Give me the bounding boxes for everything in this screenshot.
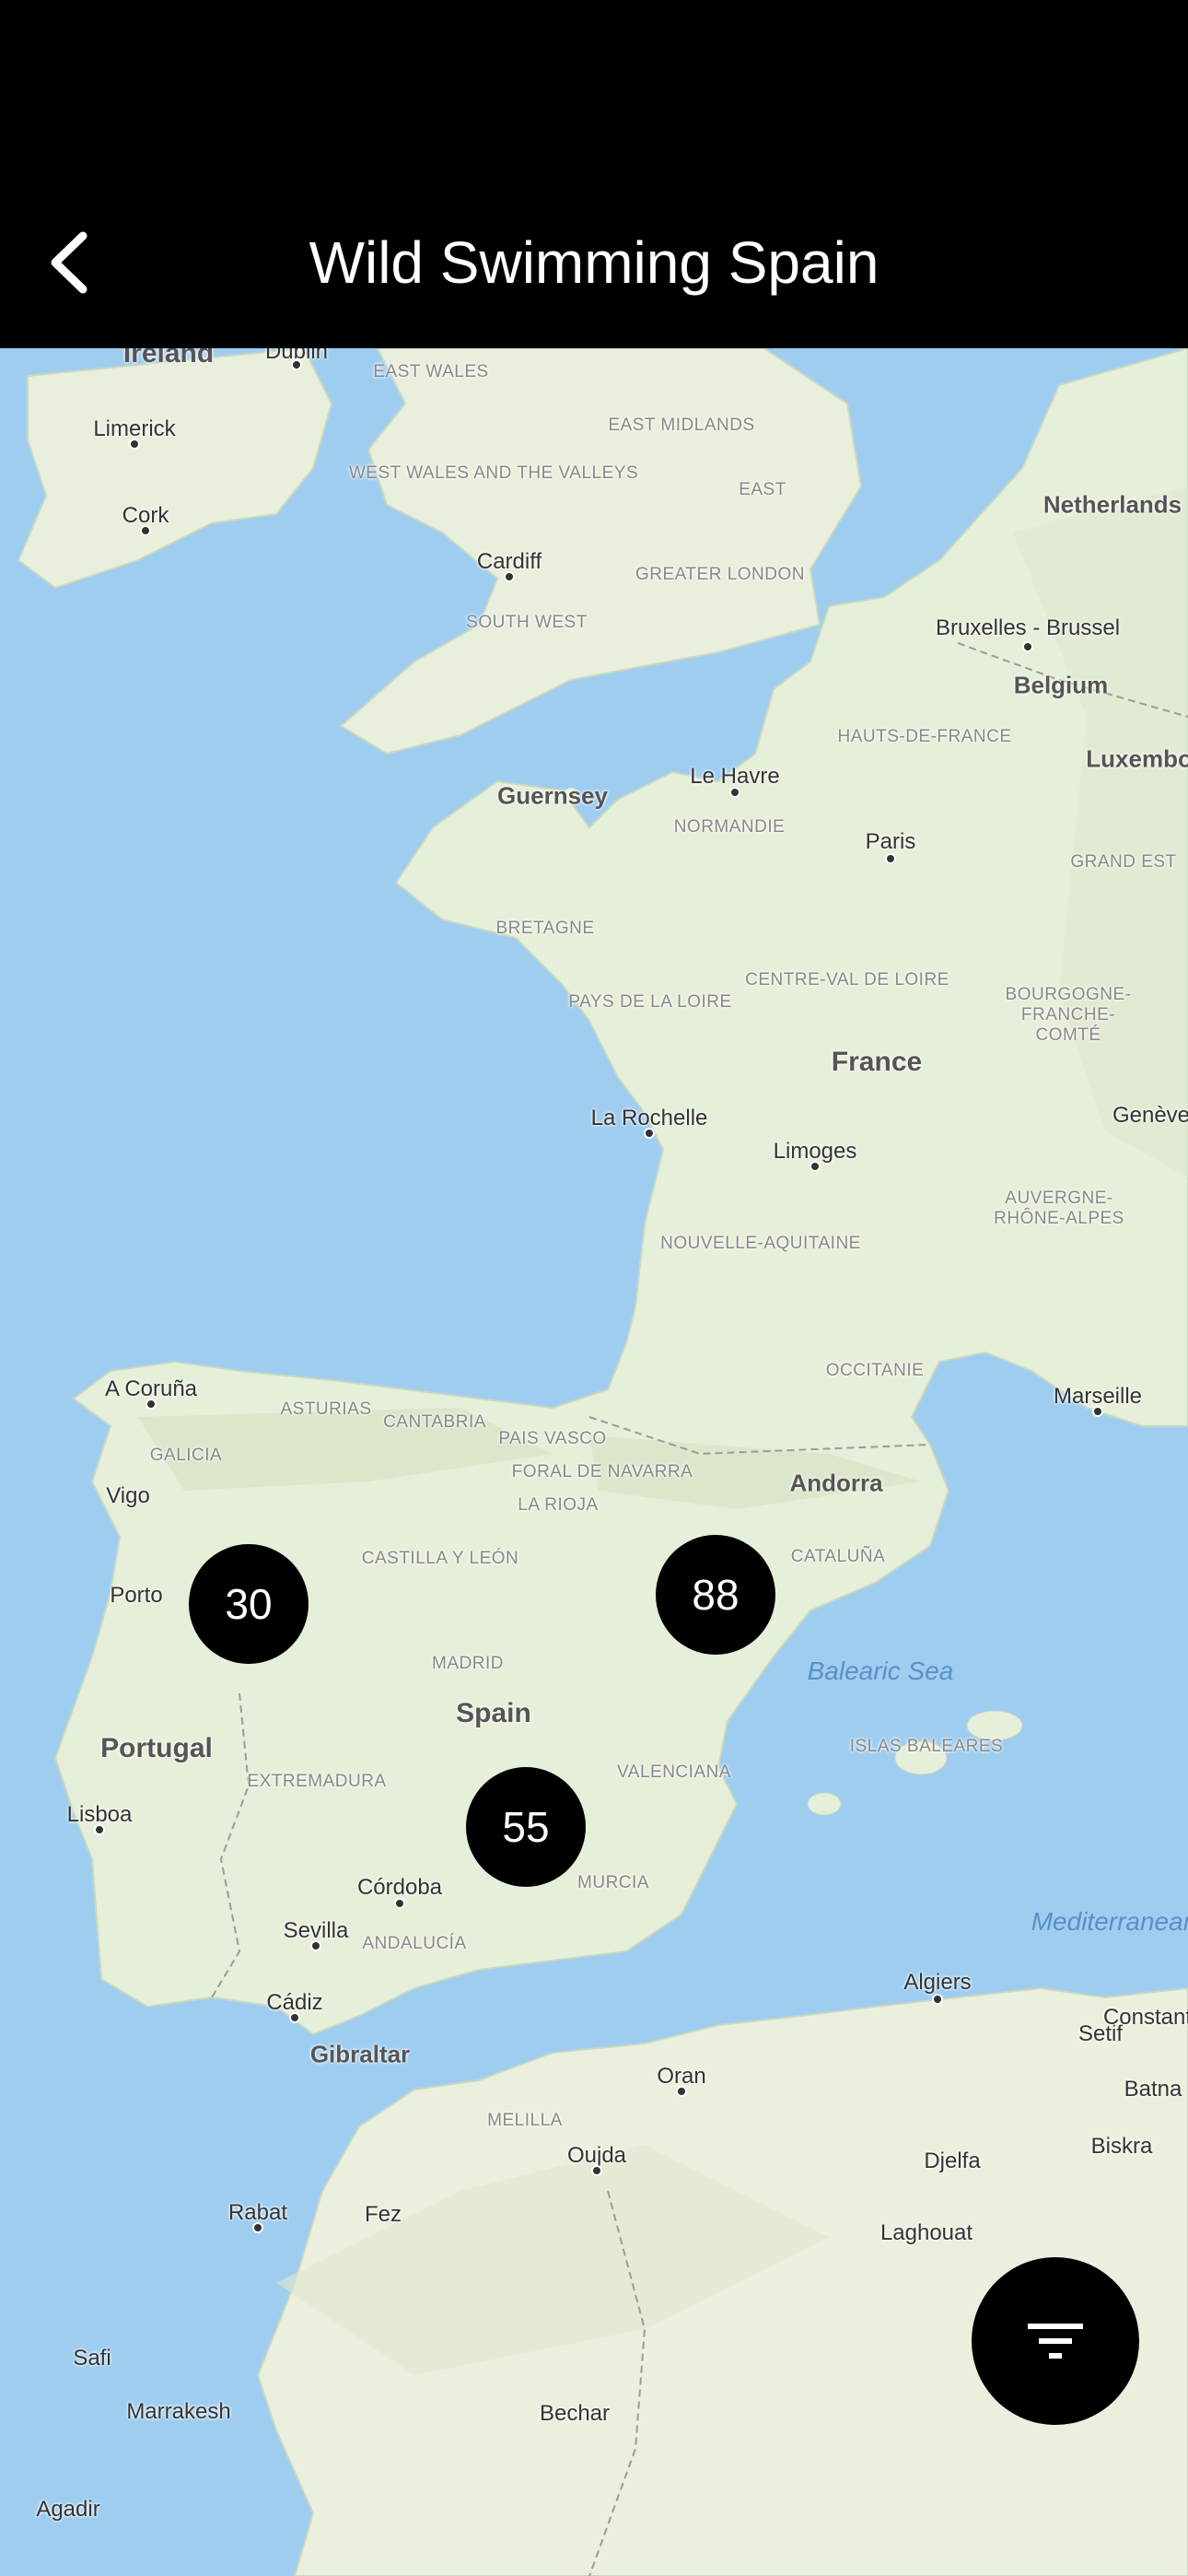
region-label: ISLAS BALEARES: [849, 1737, 1004, 1756]
city-dot: [729, 787, 740, 798]
country-label: Spain: [456, 1698, 531, 1728]
city-dot: [504, 571, 515, 582]
city-dot: [644, 1128, 655, 1139]
app-header: Wild Swimming Spain: [0, 0, 1188, 348]
city-dot: [252, 2222, 263, 2233]
city-dot: [1022, 641, 1033, 652]
cluster-marker[interactable]: 88: [656, 1535, 775, 1655]
region-label: BOURGOGNE-FRANCHE-COMTÉ: [1005, 985, 1132, 1045]
city-label: Le Havre: [690, 764, 780, 789]
city-label: Agadir: [36, 2497, 100, 2522]
city-label: Genève: [1112, 1103, 1188, 1128]
city-dot: [394, 1898, 405, 1909]
city-dot: [94, 1824, 105, 1835]
sea-label: Mediterranean: [1031, 1907, 1188, 1936]
city-dot: [129, 439, 140, 450]
filter-icon: [1028, 2324, 1083, 2359]
country-label: Portugal: [100, 1733, 213, 1763]
region-label: WEST WALES AND THE VALLEYS: [348, 463, 639, 483]
country-label: France: [831, 1047, 923, 1077]
region-label: BRETAGNE: [495, 919, 595, 938]
region-label: ANDALUCÍA: [362, 1934, 467, 1953]
region-label: MELILLA: [487, 2111, 563, 2130]
city-dot: [310, 1940, 321, 1951]
city-dot: [146, 1399, 157, 1410]
region-label: MADRID: [432, 1654, 504, 1673]
region-label: PAIS VASCO: [498, 1429, 607, 1448]
region-label: EXTREMADURA: [247, 1772, 387, 1791]
city-label: Fez: [364, 2202, 402, 2227]
city-label: Marrakesh: [126, 2399, 231, 2424]
city-dot: [140, 525, 151, 536]
region-label: VALENCIANA: [617, 1762, 731, 1782]
region-label: CASTILLA Y LEÓN: [361, 1549, 519, 1568]
region-label: CENTRE-VAL DE LOIRE: [745, 970, 949, 989]
region-label: CATALUÑA: [790, 1547, 886, 1566]
region-label: EAST: [739, 480, 786, 499]
city-dot: [1092, 1406, 1103, 1417]
city-label: Bechar: [539, 2401, 611, 2426]
page-title: Wild Swimming Spain: [309, 229, 879, 296]
city-label: Vigo: [106, 1483, 150, 1508]
country-label: Ireland: [122, 348, 215, 369]
city-label: Gibraltar: [309, 2040, 411, 2068]
map-view[interactable]: Ireland Netherlands Belgium Luxembou Fra…: [0, 348, 1188, 2576]
country-label: Andorra: [789, 1469, 883, 1497]
region-label: HAUTS-DE-FRANCE: [837, 727, 1012, 746]
city-label: Djelfa: [924, 2149, 981, 2173]
region-label: GRAND EST: [1070, 852, 1177, 872]
city-label: Paris: [865, 829, 916, 854]
city-dot: [676, 2086, 687, 2097]
region-label: GALICIA: [149, 1446, 223, 1465]
region-label: FORAL DE NAVARRA: [511, 1462, 693, 1481]
city-label: Córdoba: [356, 1875, 443, 1900]
region-label: AUVERGNE-RHÔNE-ALPES: [994, 1188, 1124, 1228]
region-label: MURCIA: [577, 1873, 649, 1892]
region-label: PAYS DE LA LOIRE: [568, 992, 732, 1012]
island-label: Guernsey: [497, 781, 608, 810]
cluster-marker[interactable]: 30: [189, 1544, 309, 1664]
cluster-marker[interactable]: 55: [466, 1767, 586, 1887]
city-label: Bruxelles - Brussel: [935, 615, 1121, 640]
city-label: Porto: [110, 1583, 163, 1608]
city-label: Algiers: [903, 1970, 972, 1995]
region-label: CANTABRIA: [383, 1412, 486, 1432]
city-dot: [885, 853, 896, 864]
city-label: Batna: [1124, 2077, 1182, 2102]
city-dot: [289, 2012, 300, 2023]
sea-label: Balearic Sea: [807, 1657, 954, 1685]
country-label: Belgium: [1013, 671, 1109, 699]
region-label: ASTURIAS: [280, 1399, 372, 1419]
city-label: Safi: [73, 2346, 111, 2371]
city-label: Biskra: [1090, 2134, 1153, 2159]
filter-button[interactable]: [972, 2257, 1139, 2425]
region-label: GREATER LONDON: [635, 565, 806, 584]
region-label: LA RIOJA: [518, 1495, 599, 1515]
city-dot: [932, 1994, 943, 2005]
region-label: EAST WALES: [373, 362, 489, 381]
region-label: NORMANDIE: [673, 817, 786, 837]
region-label: EAST MIDLANDS: [608, 416, 755, 435]
city-dot: [291, 359, 302, 370]
city-label: Constantine: [1102, 2005, 1188, 2030]
region-label: OCCITANIE: [825, 1361, 925, 1380]
region-label: NOUVELLE-AQUITAINE: [660, 1234, 861, 1253]
city-label: Laghouat: [879, 2220, 973, 2245]
city-dot: [809, 1161, 821, 1172]
region-label: SOUTH WEST: [466, 613, 588, 632]
country-label: Luxembou: [1086, 744, 1188, 773]
country-label: Netherlands: [1042, 490, 1182, 519]
city-dot: [591, 2165, 602, 2176]
